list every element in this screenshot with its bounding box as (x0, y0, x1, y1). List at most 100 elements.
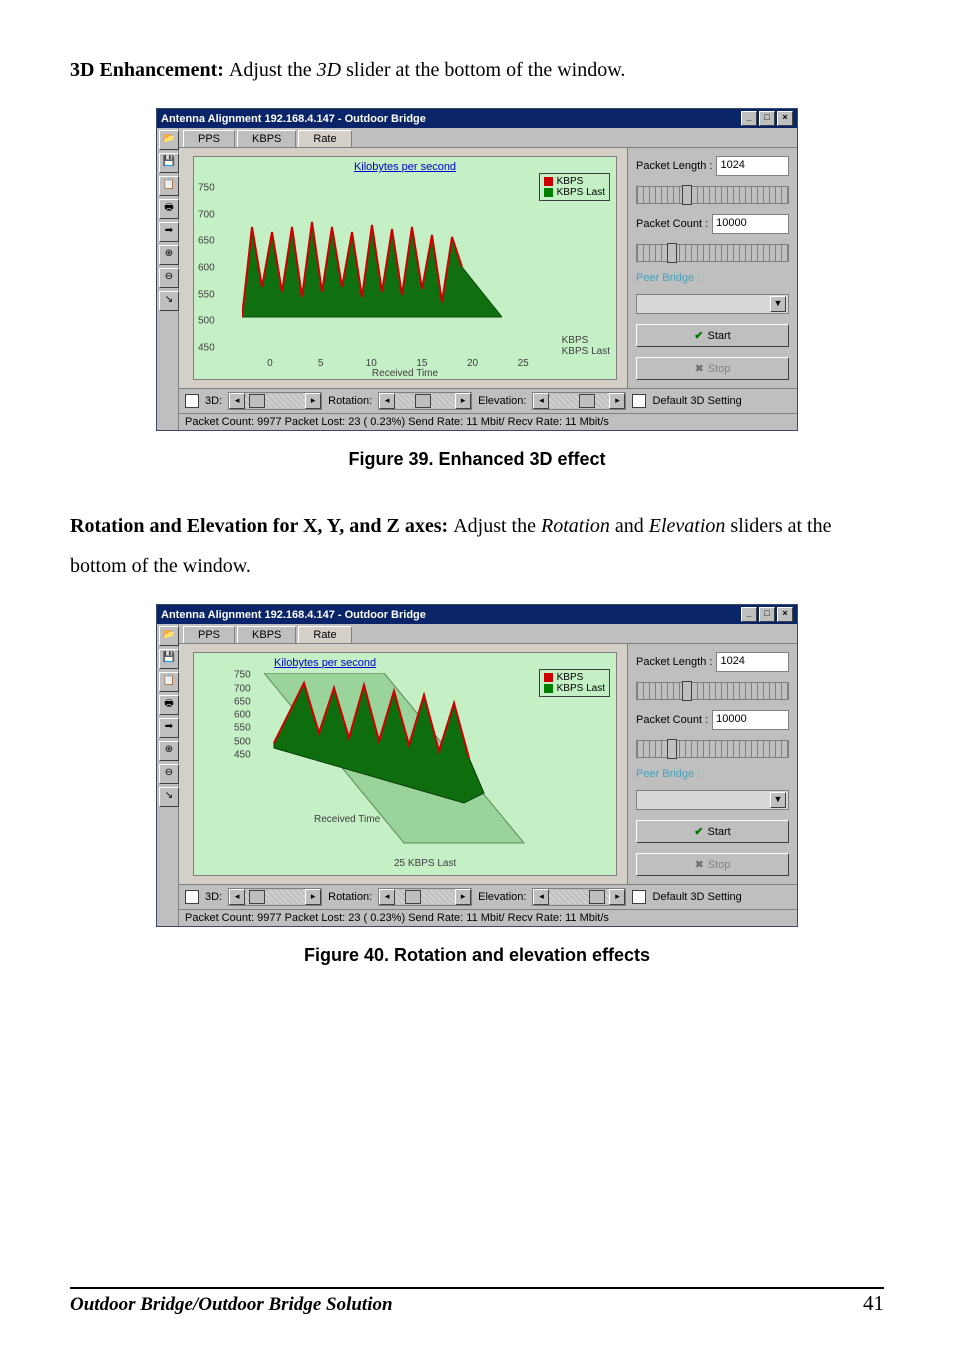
ytick: 650 (198, 236, 215, 247)
legend-kbps: KBPS (557, 672, 584, 683)
packet-length-input[interactable]: 1024 (716, 156, 789, 176)
zoom-out-icon[interactable]: ⊖ (159, 268, 179, 288)
rotation-slider[interactable]: ◂ ▸ (378, 888, 472, 906)
scroll-right-icon[interactable]: ▸ (609, 393, 625, 409)
scroll-left-icon[interactable]: ◂ (229, 889, 245, 905)
packet-count-slider[interactable] (636, 740, 789, 758)
chart-area: Kilobytes per second KBPS KBPS Last 750 … (193, 652, 617, 876)
export-icon[interactable]: ➡ (159, 718, 179, 738)
elevation-label: Elevation: (478, 891, 526, 903)
window-title: Antenna Alignment 192.168.4.147 - Outdoo… (161, 113, 426, 125)
ytick: 500 (234, 736, 251, 747)
elevation-label: Elevation: (478, 395, 526, 407)
start-button[interactable]: ✔Start (636, 820, 789, 843)
scroll-left-icon[interactable]: ◂ (533, 393, 549, 409)
packet-count-input[interactable]: 10000 (712, 710, 789, 730)
default-3d-checkbox[interactable] (632, 394, 646, 408)
left-toolbar: 📂 💾 📋 🖶 ➡ ⊕ ⊖ ↘ (157, 128, 179, 430)
app-window: Antenna Alignment 192.168.4.147 - Outdoo… (156, 604, 798, 927)
tab-pps[interactable]: PPS (183, 626, 235, 643)
maximize-button[interactable]: □ (759, 607, 775, 622)
arrow-icon[interactable]: ↘ (159, 787, 179, 807)
3d-label: 3D: (205, 891, 222, 903)
default-3d-checkbox[interactable] (632, 890, 646, 904)
zoom-in-icon[interactable]: ⊕ (159, 741, 179, 761)
stop-button[interactable]: ✖Stop (636, 853, 789, 876)
open-icon[interactable]: 📂 (159, 130, 179, 150)
copy-icon[interactable]: 📋 (159, 176, 179, 196)
packet-length-label: Packet Length : (636, 656, 712, 668)
copy-icon[interactable]: 📋 (159, 672, 179, 692)
minimize-button[interactable]: _ (741, 607, 757, 622)
start-button[interactable]: ✔Start (636, 324, 789, 347)
scroll-right-icon[interactable]: ▸ (305, 889, 321, 905)
rotation-slider[interactable]: ◂ ▸ (378, 392, 472, 410)
tab-rate[interactable]: Rate (298, 130, 351, 147)
rotation-label: Rotation: (328, 891, 372, 903)
tab-bar: PPS KBPS Rate (179, 128, 797, 148)
default-3d-label: Default 3D Setting (652, 891, 741, 903)
tab-bar: PPS KBPS Rate (179, 624, 797, 644)
ytick: 650 (234, 696, 251, 707)
side-panel: Packet Length : 1024 Packet Count : 1000… (627, 148, 797, 388)
3d-checkbox[interactable] (185, 890, 199, 904)
chart-3d-surface (264, 673, 544, 863)
scroll-right-icon[interactable]: ▸ (609, 889, 625, 905)
tab-pps[interactable]: PPS (183, 130, 235, 147)
left-toolbar: 📂 💾 📋 🖶 ➡ ⊕ ⊖ ↘ (157, 624, 179, 926)
page-number: 41 (863, 1291, 884, 1316)
x-axis-label: Received Time (194, 368, 616, 379)
maximize-button[interactable]: □ (759, 111, 775, 126)
packet-length-slider[interactable] (636, 682, 789, 700)
save-icon[interactable]: 💾 (159, 153, 179, 173)
rotation-label: Rotation: (328, 395, 372, 407)
minimize-button[interactable]: _ (741, 111, 757, 126)
print-icon[interactable]: 🖶 (159, 695, 179, 715)
bottom-slider-bar: 3D: ◂ ▸ Rotation: ◂ ▸ Elevation: ◂ (179, 884, 797, 909)
chart-legend: KBPS KBPS Last (539, 669, 610, 697)
3d-slider[interactable]: ◂ ▸ (228, 888, 322, 906)
scroll-right-icon[interactable]: ▸ (305, 393, 321, 409)
app-window: Antenna Alignment 192.168.4.147 - Outdoo… (156, 108, 798, 431)
zoom-in-icon[interactable]: ⊕ (159, 245, 179, 265)
packet-length-input[interactable]: 1024 (716, 652, 789, 672)
save-icon[interactable]: 💾 (159, 649, 179, 669)
export-icon[interactable]: ➡ (159, 222, 179, 242)
3d-checkbox[interactable] (185, 394, 199, 408)
peer-bridge-select[interactable]: ▼ (636, 294, 789, 314)
close-button[interactable]: × (777, 607, 793, 622)
peer-bridge-select[interactable]: ▼ (636, 790, 789, 810)
tab-rate[interactable]: Rate (298, 626, 351, 643)
open-icon[interactable]: 📂 (159, 626, 179, 646)
ytick: 450 (234, 750, 251, 761)
packet-length-slider[interactable] (636, 186, 789, 204)
arrow-icon[interactable]: ↘ (159, 291, 179, 311)
elevation-slider[interactable]: ◂ ▸ (532, 888, 626, 906)
scroll-right-icon[interactable]: ▸ (455, 393, 471, 409)
elevation-slider[interactable]: ◂ ▸ (532, 392, 626, 410)
default-3d-label: Default 3D Setting (652, 395, 741, 407)
tab-kbps[interactable]: KBPS (237, 626, 296, 643)
scroll-right-icon[interactable]: ▸ (455, 889, 471, 905)
axis-end-label: 25 KBPS Last (394, 858, 456, 869)
zoom-out-icon[interactable]: ⊖ (159, 764, 179, 784)
dropdown-icon: ▼ (770, 792, 786, 808)
figure-40-caption: Figure 40. Rotation and elevation effect… (70, 945, 884, 966)
legend-kbps-last: KBPS Last (557, 683, 605, 694)
ytick: 600 (198, 263, 215, 274)
close-button[interactable]: × (777, 111, 793, 126)
tab-kbps[interactable]: KBPS (237, 130, 296, 147)
print-icon[interactable]: 🖶 (159, 199, 179, 219)
scroll-left-icon[interactable]: ◂ (379, 889, 395, 905)
scroll-left-icon[interactable]: ◂ (533, 889, 549, 905)
packet-count-input[interactable]: 10000 (712, 214, 789, 234)
status-bar: Packet Count: 9977 Packet Lost: 23 ( 0.2… (179, 413, 797, 430)
3d-slider[interactable]: ◂ ▸ (228, 392, 322, 410)
scroll-left-icon[interactable]: ◂ (379, 393, 395, 409)
scroll-left-icon[interactable]: ◂ (229, 393, 245, 409)
stop-button[interactable]: ✖Stop (636, 357, 789, 380)
ytick: 600 (234, 710, 251, 721)
ytick: 750 (198, 183, 215, 194)
titlebar: Antenna Alignment 192.168.4.147 - Outdoo… (157, 605, 797, 624)
packet-count-slider[interactable] (636, 244, 789, 262)
